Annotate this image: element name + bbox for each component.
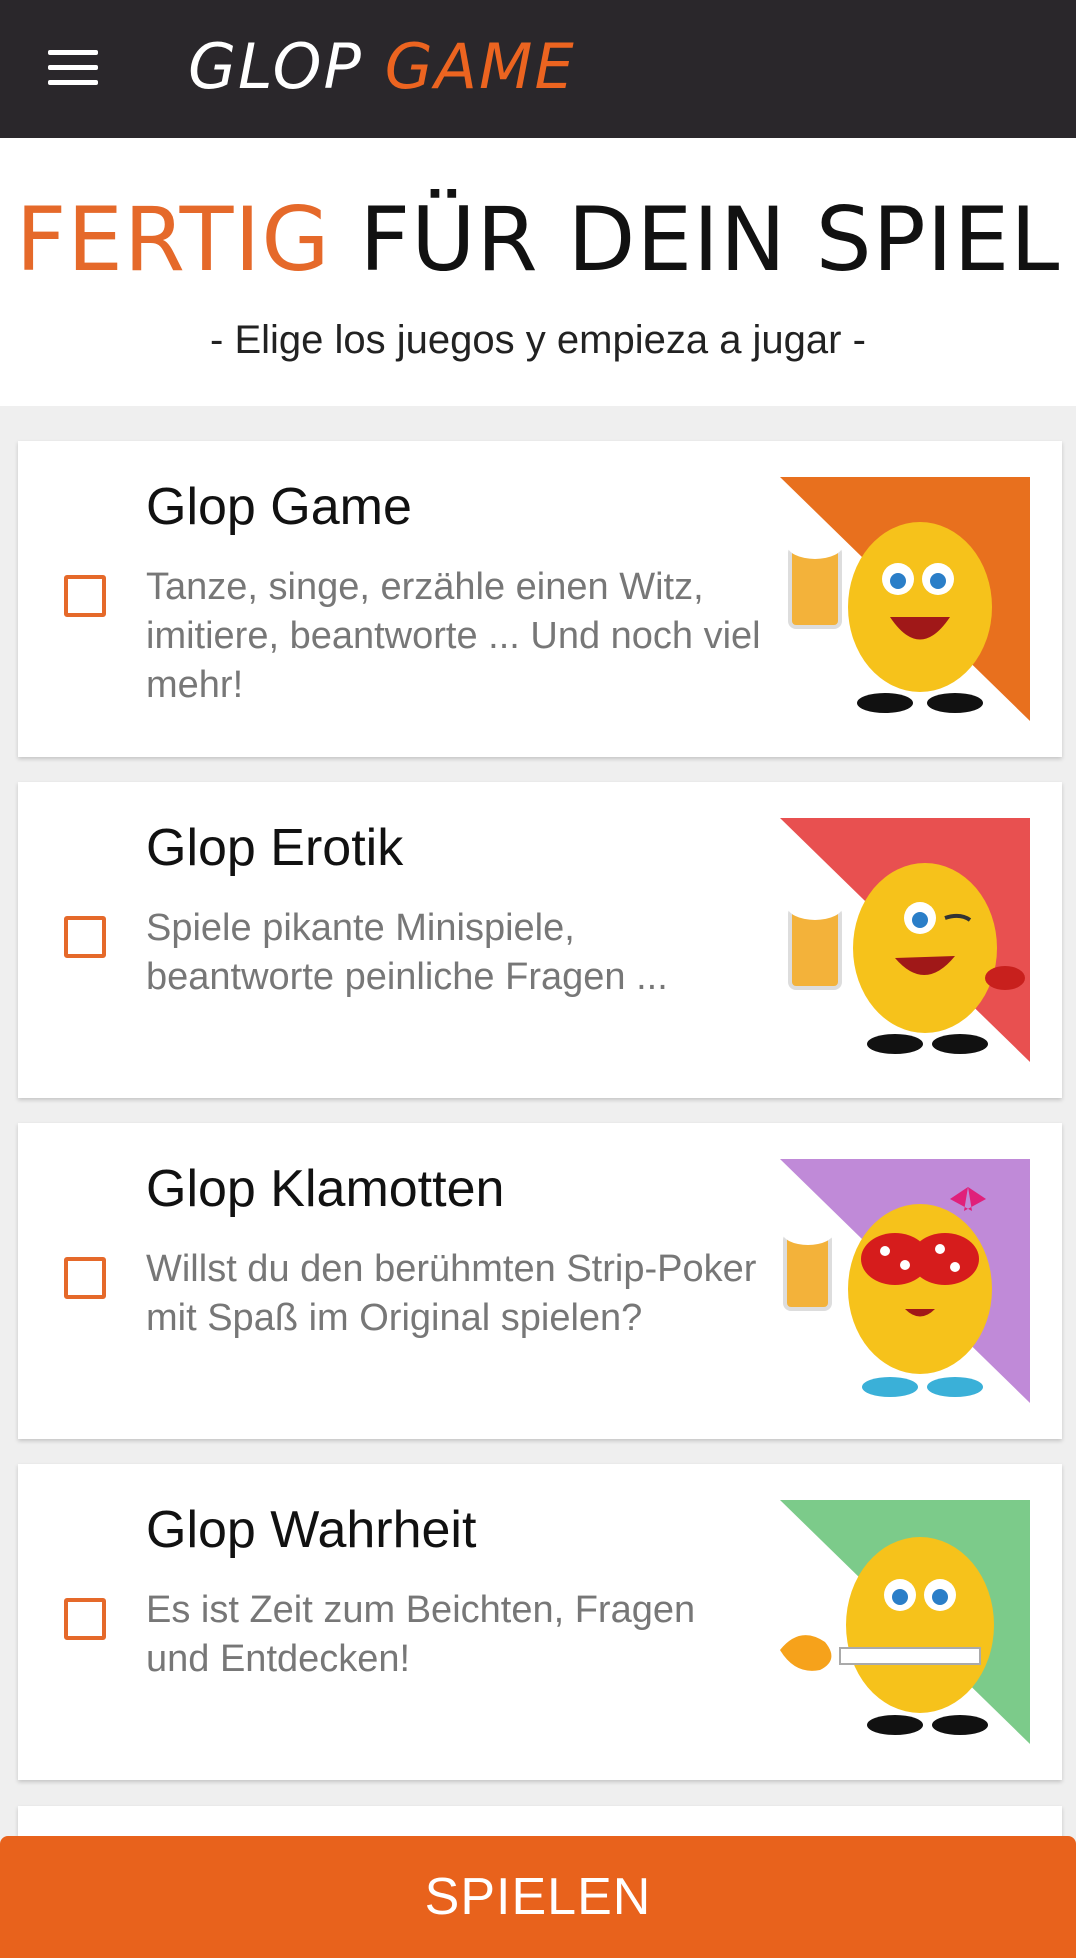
game-title: Glop Wahrheit xyxy=(146,1501,477,1559)
game-card-glop-game[interactable]: Glop Game Tanze, singe, erzähle einen Wi… xyxy=(18,441,1062,757)
game-description: Tanze, singe, erzähle einen Witz, imitie… xyxy=(146,566,761,706)
game-checkbox[interactable] xyxy=(64,916,106,958)
game-title: Glop Klamotten xyxy=(146,1160,505,1218)
page-title: FERTIG FÜR DEIN SPIEL xyxy=(15,188,1061,291)
game-checkbox[interactable] xyxy=(64,1257,106,1299)
game-title: Glop Game xyxy=(146,478,412,536)
app-logo: GLOP GAME xyxy=(188,30,576,103)
play-button[interactable]: SPIELEN xyxy=(0,1836,1076,1958)
page-subtitle: - Elige los juegos y empieza a jugar - xyxy=(210,318,866,362)
game-card-glop-klamotten[interactable]: Glop Klamotten Willst du den berühmten S… xyxy=(18,1123,1062,1439)
app-bar: GLOP GAME xyxy=(0,0,1076,138)
menu-icon[interactable] xyxy=(48,50,98,86)
game-card-glop-wahrheit[interactable]: Glop Wahrheit Es ist Zeit zum Beichten, … xyxy=(18,1464,1062,1780)
game-checkbox[interactable] xyxy=(64,1598,106,1640)
logo-text-orange: GAME xyxy=(384,30,576,103)
glop-mascot-zipper-icon xyxy=(780,1500,1030,1744)
logo-text-white: GLOP xyxy=(188,30,363,103)
glop-mascot-beer-icon xyxy=(780,477,1030,721)
game-description: Es ist Zeit zum Beichten, Fragen und Ent… xyxy=(146,1589,696,1680)
page-header: FERTIG FÜR DEIN SPIEL - Elige los juegos… xyxy=(0,138,1076,406)
game-description: Spiele pikante Minispiele, beantworte pe… xyxy=(146,907,668,998)
game-description: Willst du den berühmten Strip-Poker mit … xyxy=(146,1248,757,1339)
game-card-glop-erotik[interactable]: Glop Erotik Spiele pikante Minispiele, b… xyxy=(18,782,1062,1098)
game-title: Glop Erotik xyxy=(146,819,404,877)
glop-mascot-kiss-icon xyxy=(780,818,1030,1062)
glop-mascot-bikini-icon xyxy=(780,1159,1030,1403)
game-checkbox[interactable] xyxy=(64,575,106,617)
